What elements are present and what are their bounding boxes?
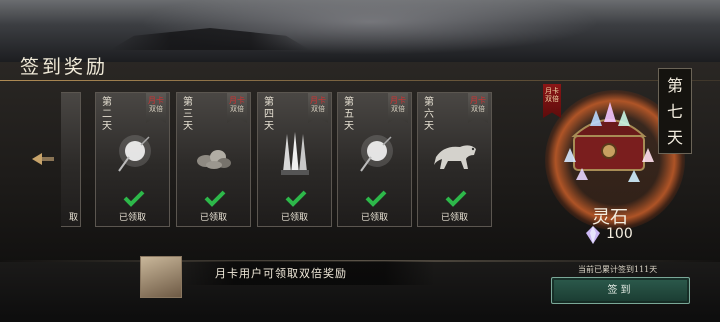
spirit-stone-icon bbox=[586, 226, 600, 244]
check-icon bbox=[285, 190, 307, 207]
day-label: 第五天 bbox=[344, 97, 354, 132]
double-reward-tag: 月卡 双倍 bbox=[308, 93, 328, 123]
reward-card-day-6[interactable]: 第六天 月卡 双倍 已领取 bbox=[417, 92, 492, 227]
day-7-label: 第七天 bbox=[658, 68, 692, 154]
check-icon bbox=[204, 190, 226, 207]
claimed-label: 已领取 bbox=[118, 213, 146, 223]
reward-card-day-3[interactable]: 第三天 月卡 双倍 已领取 bbox=[176, 92, 251, 227]
ore-pile-icon bbox=[189, 133, 239, 177]
claimed-label: 已领取 bbox=[280, 213, 308, 223]
orb-pendant-icon bbox=[350, 133, 400, 177]
scroll-left-icon[interactable] bbox=[30, 152, 56, 166]
monthly-card-text: 月卡用户可领取双倍奖励 bbox=[215, 267, 347, 280]
day-label: 第三天 bbox=[183, 97, 193, 132]
sign-in-button[interactable]: 签到 bbox=[551, 277, 690, 304]
total-signin-text: 当前已累计签到111天 bbox=[578, 265, 658, 274]
reward-card-day-4[interactable]: 第四天 月卡 双倍 已领取 bbox=[257, 92, 332, 227]
day-label: 第四天 bbox=[264, 97, 274, 132]
reward-count: 100 bbox=[606, 226, 633, 242]
treasure-chest-icon bbox=[564, 102, 654, 182]
orb-pendant-icon bbox=[108, 133, 158, 177]
double-reward-tag: 月卡 双倍 bbox=[468, 93, 488, 123]
day-label: 第二天 bbox=[102, 97, 112, 132]
check-icon bbox=[123, 190, 145, 207]
monthly-card-avatar bbox=[140, 256, 182, 298]
claimed-label: 取 bbox=[68, 213, 78, 223]
page-title: 签到奖励 bbox=[20, 56, 109, 78]
double-reward-tag: 月卡 双倍 bbox=[388, 93, 408, 123]
reward-card-day-1[interactable]: 取 bbox=[61, 92, 81, 227]
reward-card-day-2[interactable]: 第二天 月卡 双倍 已领取 bbox=[95, 92, 170, 227]
day-label: 第六天 bbox=[424, 97, 434, 132]
claimed-label: 已领取 bbox=[360, 213, 388, 223]
check-icon bbox=[365, 190, 387, 207]
claimed-label: 已领取 bbox=[440, 213, 468, 223]
reward-card-day-5[interactable]: 第五天 月卡 双倍 已领取 bbox=[337, 92, 412, 227]
check-icon bbox=[445, 190, 467, 207]
claws-icon bbox=[270, 132, 320, 177]
double-reward-tag: 月卡 双倍 bbox=[227, 93, 247, 123]
claimed-label: 已领取 bbox=[199, 213, 227, 223]
tiger-icon bbox=[430, 133, 480, 177]
double-reward-tag: 月卡 双倍 bbox=[146, 93, 166, 123]
